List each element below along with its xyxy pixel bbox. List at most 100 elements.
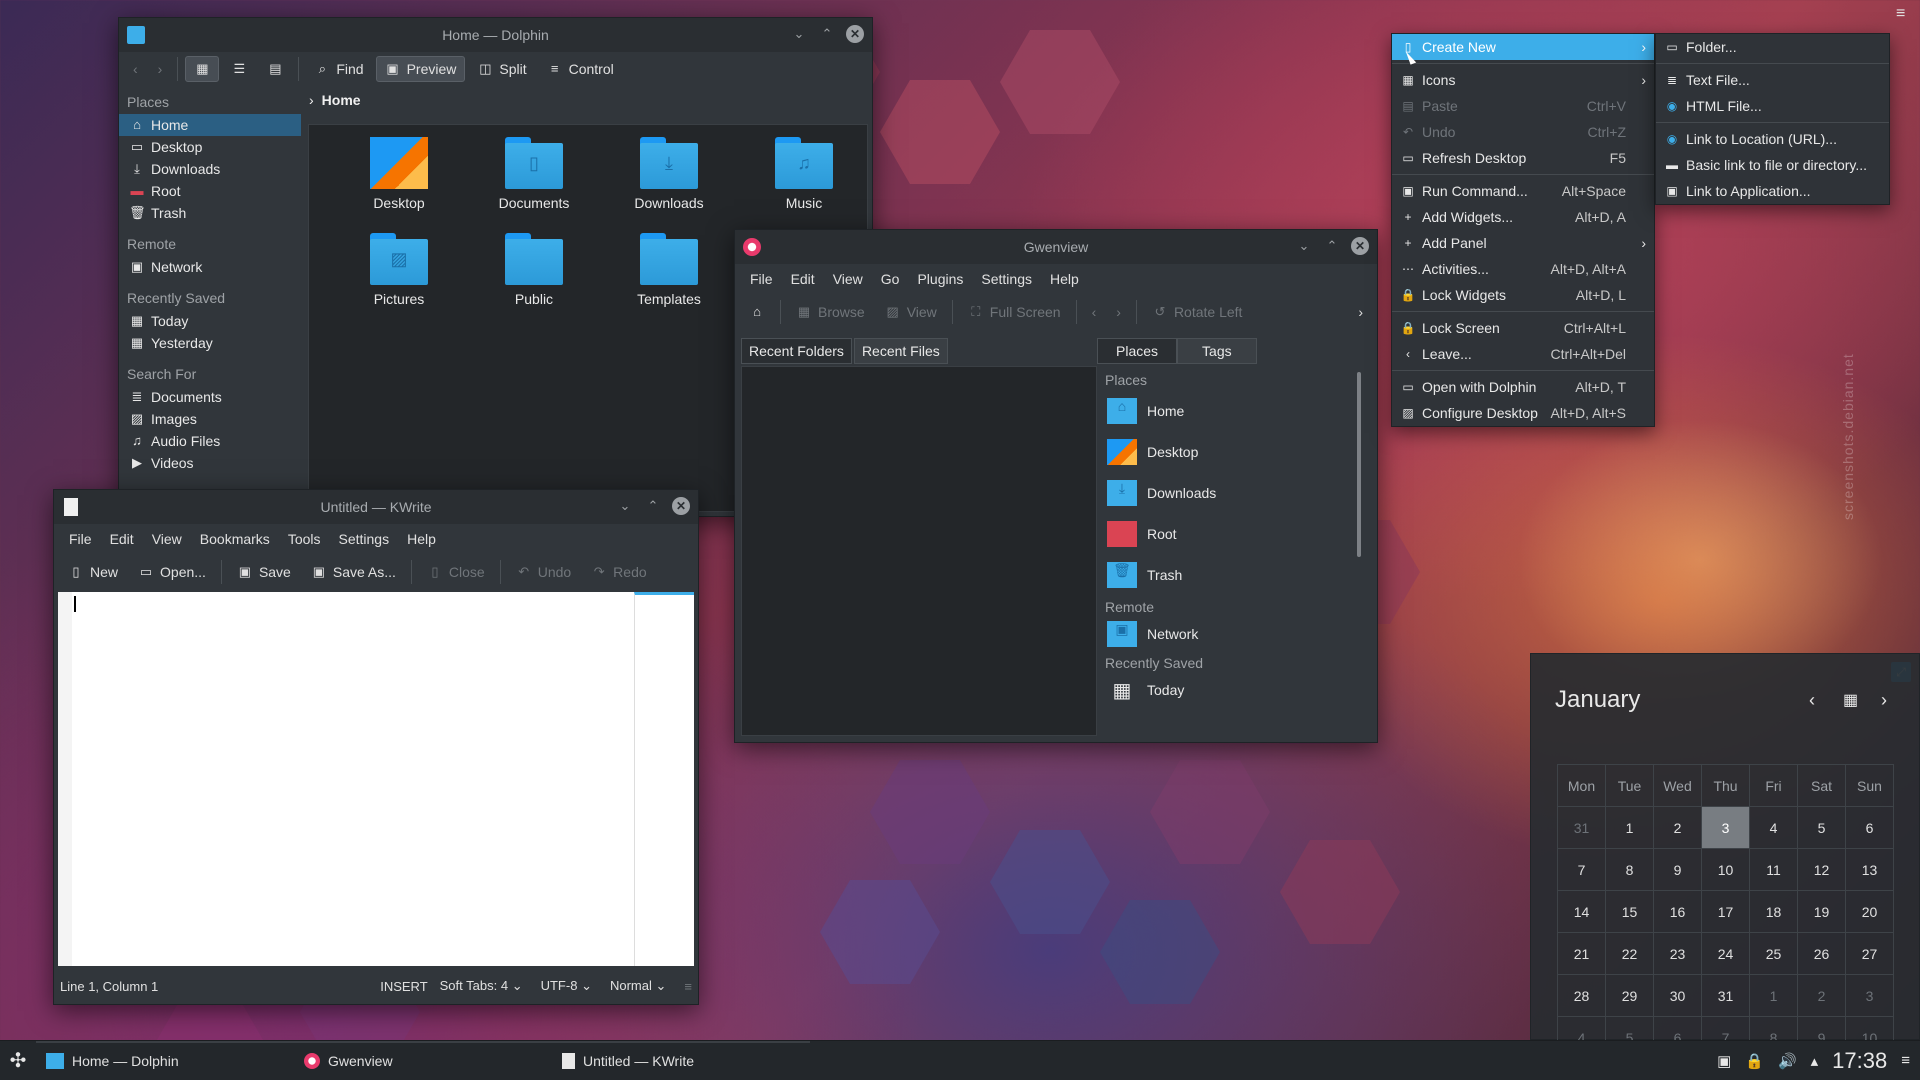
minimap[interactable] [634, 592, 694, 966]
context-item-open-with-dolphin[interactable]: ▭ Open with Dolphin Alt+D, T [1392, 374, 1654, 400]
calendar-day[interactable]: 19 [1797, 890, 1846, 933]
menu-go[interactable]: Go [872, 271, 909, 287]
calendar-day[interactable]: 11 [1749, 848, 1798, 891]
file-item[interactable]: Desktop [349, 137, 449, 211]
task-gwenview[interactable]: Gwenview [294, 1040, 552, 1080]
close-icon[interactable]: ✕ [672, 497, 690, 515]
calendar-day[interactable]: 25 [1749, 932, 1798, 975]
previous-month-icon[interactable]: ‹ [1809, 690, 1815, 711]
calendar-day[interactable]: 31 [1557, 806, 1606, 849]
calendar-day[interactable]: 18 [1749, 890, 1798, 933]
context-item-icons[interactable]: ▦ Icons › [1392, 67, 1654, 93]
back-icon[interactable]: ‹ [125, 57, 146, 81]
search-documents[interactable]: ≣ Documents [119, 386, 301, 408]
word-wrap-icon[interactable]: ≡ [684, 979, 692, 994]
control-button[interactable]: ≡ Control [539, 57, 622, 81]
context-item-undo[interactable]: ↶ Undo Ctrl+Z [1392, 119, 1654, 145]
context-item-add-widgets[interactable]: + Add Widgets... Alt+D, A [1392, 204, 1654, 230]
context-item-lock-screen[interactable]: 🔒 Lock Screen Ctrl+Alt+L [1392, 315, 1654, 341]
create-url-link-item[interactable]: ◉ Link to Location (URL)... [1656, 126, 1889, 152]
gv-place-downloads[interactable]: ⤓ Downloads [1097, 472, 1371, 513]
context-item-add-panel[interactable]: + Add Panel › [1392, 230, 1654, 256]
calendar-day[interactable]: 22 [1605, 932, 1654, 975]
calendar-today-icon[interactable]: ▦ [1843, 690, 1858, 710]
calendar-day[interactable]: 17 [1701, 890, 1750, 933]
create-file-link-item[interactable]: ▬ Basic link to file or directory... [1656, 152, 1889, 178]
gwenview-window[interactable]: Gwenview ⌄ ⌃ ✕ File Edit View Go Plugins S… [734, 229, 1378, 743]
close-icon[interactable]: ✕ [1351, 237, 1369, 255]
desktop-toolbox-icon[interactable]: ≡ [1896, 5, 1914, 25]
save-button[interactable]: ▣ Save [229, 560, 299, 584]
calendar-day[interactable]: 2 [1653, 806, 1702, 849]
scrollbar[interactable] [1357, 372, 1361, 557]
maximize-icon[interactable]: ⌃ [1323, 237, 1341, 255]
context-item-leave[interactable]: ‹ Leave... Ctrl+Alt+Del [1392, 341, 1654, 367]
fullscreen-button[interactable]: ⛶ Full Screen [960, 300, 1069, 324]
highlight-setting[interactable]: Normal ⌄ [610, 978, 666, 994]
place-root[interactable]: ▬ Root [119, 180, 301, 202]
gv-place-network[interactable]: ▣ Network [1097, 617, 1371, 651]
text-editor[interactable] [58, 592, 694, 966]
minimize-icon[interactable]: ⌄ [616, 497, 634, 515]
place-home[interactable]: ⌂ Home [119, 114, 301, 136]
open-button[interactable]: ▭ Open... [130, 560, 214, 584]
calendar-day[interactable]: 9 [1653, 848, 1702, 891]
create-text-file-item[interactable]: ≣ Text File... [1656, 67, 1889, 93]
calendar-day[interactable]: 1 [1749, 974, 1798, 1017]
place-yesterday[interactable]: ▦ Yesterday [119, 332, 301, 354]
clipboard-icon[interactable]: ▣ [1717, 1052, 1731, 1070]
calendar-day[interactable]: 24 [1701, 932, 1750, 975]
calendar-day[interactable]: 13 [1845, 848, 1894, 891]
calendar-day[interactable]: 3 [1701, 806, 1750, 849]
clock[interactable]: 17:38 [1832, 1048, 1887, 1074]
menu-bookmarks[interactable]: Bookmarks [191, 531, 279, 547]
calendar-day[interactable]: 15 [1605, 890, 1654, 933]
task-dolphin[interactable]: Home — Dolphin [36, 1040, 294, 1080]
browse-button[interactable]: ▦ Browse [788, 300, 873, 324]
gv-place-trash[interactable]: 🗑 Trash [1097, 554, 1371, 595]
close-button[interactable]: ▯ Close [419, 560, 493, 584]
create-app-link-item[interactable]: ▣ Link to Application... [1656, 178, 1889, 204]
encoding-setting[interactable]: UTF-8 ⌄ [541, 978, 592, 994]
breadcrumb-home[interactable]: Home [322, 92, 361, 108]
menu-view[interactable]: View [143, 531, 191, 547]
place-desktop[interactable]: ▭ Desktop [119, 136, 301, 158]
context-item-create-new[interactable]: ▯ Create New › [1392, 34, 1654, 60]
calendar-day[interactable]: 16 [1653, 890, 1702, 933]
menu-help[interactable]: Help [1041, 271, 1088, 287]
forward-icon[interactable]: › [150, 57, 171, 81]
file-item[interactable]: Templates [619, 233, 719, 307]
details-view-button[interactable]: ▤ [259, 57, 291, 81]
menu-edit[interactable]: Edit [101, 531, 143, 547]
tab-recent-files[interactable]: Recent Files [853, 338, 948, 364]
context-item-refresh-desktop[interactable]: ▭ Refresh Desktop F5 [1392, 145, 1654, 171]
maximize-icon[interactable]: ⌃ [644, 497, 662, 515]
calendar-day[interactable]: 5 [1797, 806, 1846, 849]
context-item-run-command[interactable]: ▣ Run Command... Alt+Space [1392, 178, 1654, 204]
calendar-day[interactable]: 20 [1845, 890, 1894, 933]
search-videos[interactable]: ▶ Videos [119, 452, 301, 474]
create-folder-item[interactable]: ▭ Folder... [1656, 34, 1889, 60]
input-mode[interactable]: INSERT [380, 979, 427, 994]
kwrite-titlebar[interactable]: Untitled — KWrite ⌄ ⌃ ✕ [54, 490, 698, 524]
search-images[interactable]: ▨ Images [119, 408, 301, 430]
maximize-icon[interactable]: ⌃ [818, 25, 836, 43]
preview-button[interactable]: ▣ Preview [375, 56, 466, 82]
volume-icon[interactable]: 🔊 [1778, 1052, 1797, 1070]
calendar-day[interactable]: 12 [1797, 848, 1846, 891]
tab-places[interactable]: Places [1097, 338, 1178, 364]
breadcrumb[interactable]: › Home [309, 92, 361, 108]
task-kwrite[interactable]: Untitled — KWrite [552, 1040, 810, 1080]
toolbar-overflow-icon[interactable]: › [1350, 300, 1371, 324]
calendar-day[interactable]: 14 [1557, 890, 1606, 933]
gwenview-titlebar[interactable]: Gwenview ⌄ ⌃ ✕ [735, 230, 1377, 264]
context-item-activities[interactable]: ⋯ Activities... Alt+D, Alt+A [1392, 256, 1654, 282]
calendar-day[interactable]: 6 [1845, 806, 1894, 849]
next-month-icon[interactable]: › [1881, 690, 1887, 711]
menu-settings[interactable]: Settings [972, 271, 1041, 287]
calendar-day[interactable]: 8 [1605, 848, 1654, 891]
previous-icon[interactable]: ‹ [1084, 300, 1105, 324]
menu-settings[interactable]: Settings [330, 531, 399, 547]
file-item[interactable]: ▨ Pictures [349, 233, 449, 307]
menu-tools[interactable]: Tools [279, 531, 330, 547]
